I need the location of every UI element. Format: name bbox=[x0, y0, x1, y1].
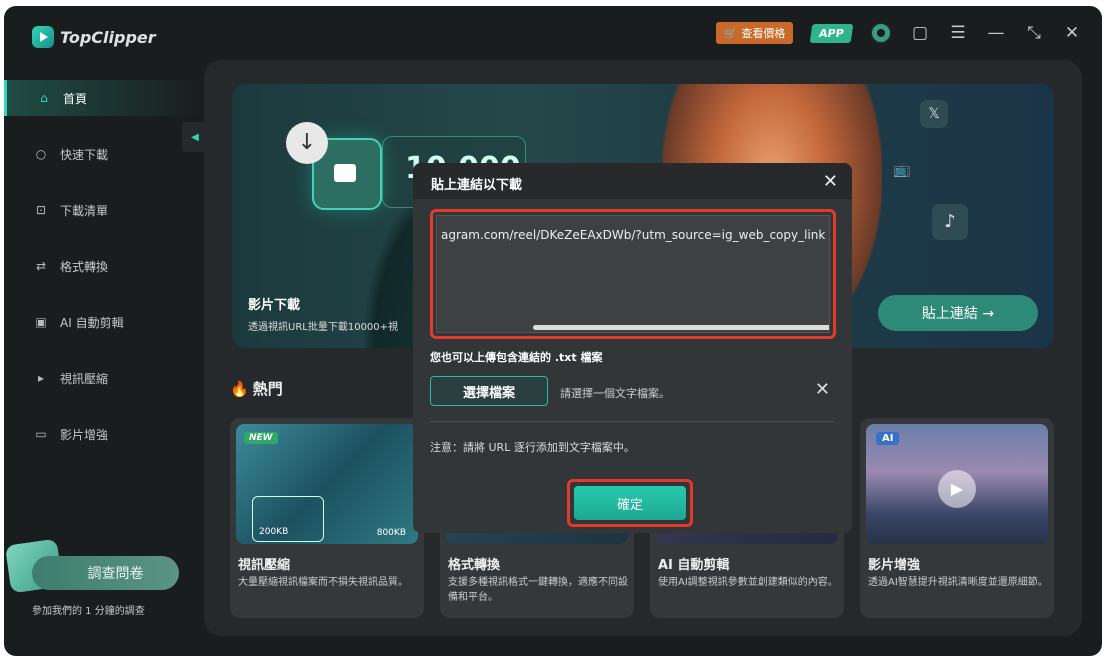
size-from: 200KB bbox=[252, 496, 324, 542]
logo-icon bbox=[32, 26, 54, 48]
close-icon[interactable]: ✕ bbox=[823, 171, 838, 192]
choose-file-button[interactable]: 選擇檔案 bbox=[430, 376, 548, 406]
paste-link-dialog: 貼上連結以下載 ✕ agram.com/reel/DKeZeEAxDWb/?ut… bbox=[413, 163, 852, 533]
card-image: AI ▶ bbox=[866, 424, 1048, 544]
view-price-button[interactable]: 🛒 查看價格 bbox=[715, 22, 794, 44]
ai-edit-icon: ▣ bbox=[35, 315, 47, 329]
sidebar-item-compress[interactable]: ▸ 視訊壓縮 bbox=[4, 360, 200, 396]
hot-section-title: 🔥 熱門 bbox=[230, 380, 283, 398]
app-label: APP bbox=[818, 26, 845, 40]
card-title: 視訊壓縮 bbox=[238, 558, 291, 573]
x-icon: 𝕏 bbox=[920, 100, 948, 128]
cart-icon: 🛒 bbox=[723, 26, 738, 40]
sidebar-item-download-list[interactable]: ⊡ 下載清單 bbox=[4, 192, 200, 228]
banner-subtitle: 透過視訊URL批量下載10000+視 bbox=[248, 322, 399, 333]
message-icon[interactable]: ▢ bbox=[910, 23, 930, 43]
download-list-icon: ⊡ bbox=[35, 203, 47, 217]
search-icon: ○ bbox=[35, 147, 47, 161]
card-desc: 透過AI智慧提升視訊清晰度並還原細節。 bbox=[868, 577, 1048, 588]
url-input[interactable]: agram.com/reel/DKeZeEAxDWb/?utm_source=i… bbox=[436, 215, 830, 333]
survey-button[interactable]: 調查問卷 bbox=[32, 556, 179, 590]
sidebar-item-enhance[interactable]: ▭ 影片增強 bbox=[4, 416, 200, 452]
choose-file-hint: 請選擇一個文字檔案。 bbox=[560, 387, 670, 400]
url-note: 注意：請將 URL 逐行添加到文字檔案中。 bbox=[430, 441, 635, 454]
download-icon: ↓ bbox=[286, 122, 328, 164]
new-badge: NEW bbox=[244, 432, 278, 444]
sidebar-item-label: 下載清單 bbox=[60, 203, 109, 218]
sidebar-item-label: 影片增強 bbox=[60, 427, 109, 442]
sidebar-item-convert[interactable]: ⇄ 格式轉換 bbox=[4, 248, 200, 284]
card-enhance[interactable]: AI ▶ 影片增強 透過AI智慧提升視訊清晰度並還原細節。 bbox=[860, 418, 1054, 618]
title-bar: TopClipper 🛒 查看價格 APP ▢ ☰ — ⤡ ✕ bbox=[4, 6, 1102, 62]
card-image: NEW 200KB 800KB bbox=[236, 424, 418, 544]
sidebar-item-ai-edit[interactable]: ▣ AI 自動剪輯 bbox=[4, 304, 200, 340]
sidebar-item-home[interactable]: ⌂ 首頁 bbox=[4, 80, 200, 116]
url-input-highlight: agram.com/reel/DKeZeEAxDWb/?utm_source=i… bbox=[430, 209, 836, 339]
card-desc: 支援多種視訊格式一鍵轉換，適應不同設備和平台。 bbox=[448, 577, 628, 603]
minimize-icon[interactable]: — bbox=[986, 23, 1006, 43]
close-icon[interactable]: ✕ bbox=[1062, 23, 1082, 43]
view-price-label: 查看價格 bbox=[741, 27, 786, 40]
paste-link-button[interactable]: 貼上連結 → bbox=[878, 295, 1038, 331]
dialog-title: 貼上連結以下載 bbox=[431, 178, 523, 193]
app-button[interactable]: APP bbox=[810, 23, 854, 43]
url-input-value: agram.com/reel/DKeZeEAxDWb/?utm_source=i… bbox=[441, 228, 826, 242]
txt-upload-note: 您也可以上傳包含連結的 .txt 檔案 bbox=[430, 351, 603, 364]
fire-icon: 🔥 bbox=[230, 380, 249, 398]
sidebar-item-label: 快速下載 bbox=[60, 147, 109, 162]
home-icon: ⌂ bbox=[40, 91, 48, 105]
horizontal-scrollbar[interactable] bbox=[533, 325, 829, 330]
ai-badge: AI bbox=[876, 432, 900, 445]
card-desc: 大量壓縮視訊檔案而不損失視訊品質。 bbox=[238, 577, 408, 588]
sidebar-item-label: 格式轉換 bbox=[60, 259, 109, 274]
card-title: AI 自動剪輯 bbox=[658, 558, 730, 573]
survey-panel: 調查問卷 參加我們的 1 分鐘的調查 bbox=[4, 536, 200, 656]
hd-icon: ▭ bbox=[35, 427, 47, 441]
divider bbox=[430, 421, 834, 422]
clear-file-icon[interactable]: ✕ bbox=[815, 379, 830, 400]
confirm-button[interactable]: 確定 bbox=[574, 486, 686, 520]
tv-icon: 📺 bbox=[893, 162, 911, 178]
play-icon: ▶ bbox=[938, 470, 976, 508]
convert-icon: ⇄ bbox=[35, 259, 47, 273]
card-title: 影片增強 bbox=[868, 558, 921, 573]
confirm-button-highlight: 確定 bbox=[567, 479, 693, 527]
tiktok-icon: ♪ bbox=[932, 204, 968, 240]
app-logo: TopClipper bbox=[32, 26, 156, 48]
card-compress[interactable]: NEW 200KB 800KB 視訊壓縮 大量壓縮視訊檔案而不損失視訊品質。 bbox=[230, 418, 424, 618]
sidebar-item-label: 首頁 bbox=[63, 91, 88, 106]
size-to: 800KB bbox=[376, 528, 406, 538]
menu-icon[interactable]: ☰ bbox=[948, 23, 968, 43]
card-desc: 使用AI調整視訊參數並創建類似的內容。 bbox=[658, 577, 838, 588]
compress-icon: ▸ bbox=[37, 371, 45, 385]
sidebar-item-label: AI 自動剪輯 bbox=[60, 315, 124, 330]
sidebar-item-quick-download[interactable]: ○ 快速下載 bbox=[4, 136, 200, 172]
survey-text: 參加我們的 1 分鐘的調查 bbox=[32, 606, 145, 617]
banner-title: 影片下載 bbox=[248, 298, 301, 313]
dialog-header: 貼上連結以下載 ✕ bbox=[413, 163, 852, 199]
avatar[interactable] bbox=[870, 22, 892, 44]
resize-icon[interactable]: ⤡ bbox=[1024, 23, 1044, 43]
card-title: 格式轉換 bbox=[448, 558, 501, 573]
app-name: TopClipper bbox=[60, 27, 156, 47]
sidebar-item-label: 視訊壓縮 bbox=[60, 371, 109, 386]
